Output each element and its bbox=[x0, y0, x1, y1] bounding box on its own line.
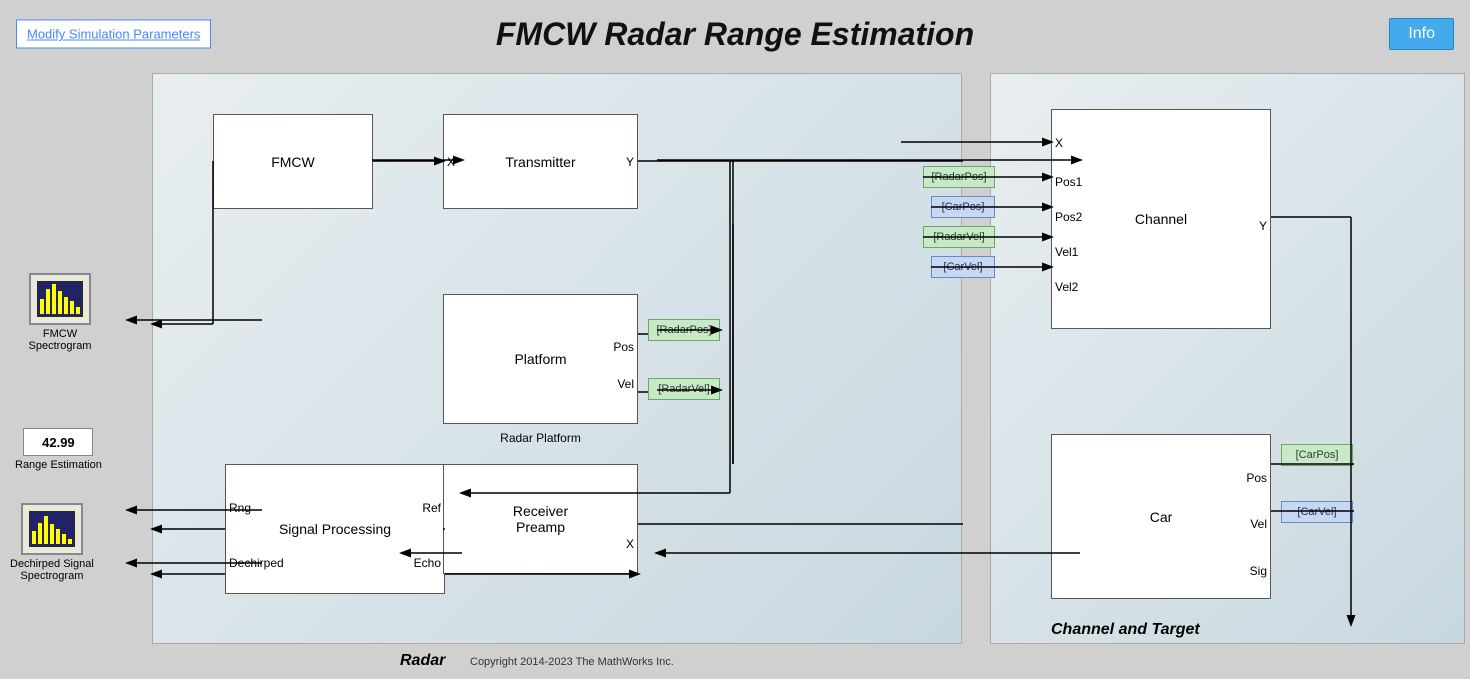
car-pos-port: Pos bbox=[1246, 471, 1267, 485]
platform-vel-port: Vel bbox=[617, 377, 634, 391]
canvas: FMCW Spectrogram 42.99 Range Estimation bbox=[0, 68, 1470, 679]
platform-block[interactable]: Platform Pos Vel Radar Platform bbox=[443, 294, 638, 424]
echo-port: Echo bbox=[414, 556, 441, 570]
channel-y-out: Y bbox=[1259, 219, 1267, 233]
radar-subsystem-label: Radar bbox=[400, 652, 445, 670]
fmcw-spectrogram-icon bbox=[29, 273, 91, 325]
range-estimation-label: Range Estimation bbox=[15, 459, 102, 471]
copyright: Copyright 2014-2023 The MathWorks Inc. bbox=[470, 656, 674, 668]
goto-radar-pos: [RadarPos] bbox=[923, 166, 995, 188]
dechirped-port: Dechirped bbox=[229, 556, 284, 570]
fmcw-spectrogram-label: FMCW Spectrogram bbox=[15, 328, 105, 352]
car-vel-port: Vel bbox=[1250, 517, 1267, 531]
channel-vel1: Vel1 bbox=[1055, 245, 1078, 259]
receiver-x-port: X bbox=[626, 537, 634, 551]
fmcw-block[interactable]: FMCW bbox=[213, 114, 373, 209]
rng-port: Rng bbox=[229, 501, 251, 515]
tx-in-port: X bbox=[447, 155, 455, 169]
channel-pos2: Pos2 bbox=[1055, 210, 1082, 224]
channel-pos1: Pos1 bbox=[1055, 175, 1082, 189]
platform-pos-port: Pos bbox=[613, 340, 634, 354]
from-radar-vel-tag: [RadarVel] bbox=[648, 378, 720, 400]
info-button[interactable]: Info bbox=[1389, 18, 1454, 50]
radar-platform-label: Radar Platform bbox=[500, 431, 581, 445]
channel-x-in: X bbox=[1055, 136, 1063, 150]
goto-radar-vel: [RadarVel] bbox=[923, 226, 995, 248]
radar-subsystem: FMCW Transmitter X Y Platform Pos Vel Ra… bbox=[152, 73, 962, 644]
car-block[interactable]: Car Pos Vel Sig bbox=[1051, 434, 1271, 599]
goto-car-pos: [CarPos] bbox=[931, 196, 995, 218]
tx-out-port: Y bbox=[626, 155, 634, 169]
from-car-pos: [CarPos] bbox=[1281, 444, 1353, 466]
dechirped-spectrogram-block[interactable]: Dechirped Signal Spectrogram bbox=[10, 503, 94, 582]
receiver-preamp-block[interactable]: Receiver Preamp X bbox=[443, 464, 638, 574]
transmitter-block[interactable]: Transmitter X Y bbox=[443, 114, 638, 209]
from-radar-pos-tag: [RadarPos] bbox=[648, 319, 720, 341]
channel-block[interactable]: Channel X Pos1 Pos2 Vel1 Vel2 Y bbox=[1051, 109, 1271, 329]
channel-target-subsystem: Channel X Pos1 Pos2 Vel1 Vel2 Y Car Pos … bbox=[990, 73, 1465, 644]
ref-port: Ref bbox=[422, 501, 441, 515]
car-sig-port: Sig bbox=[1250, 564, 1267, 578]
header: Modify Simulation Parameters FMCW Radar … bbox=[0, 0, 1470, 68]
dechirped-spectrogram-icon bbox=[21, 503, 83, 555]
range-estimation-block[interactable]: 42.99 Range Estimation bbox=[15, 428, 102, 471]
modify-simulation-button[interactable]: Modify Simulation Parameters bbox=[16, 20, 211, 49]
from-car-vel: [CarVel] bbox=[1281, 501, 1353, 523]
diagram: FMCW Spectrogram 42.99 Range Estimation bbox=[110, 73, 1465, 674]
dechirped-spectrogram-label: Dechirped Signal Spectrogram bbox=[10, 558, 94, 582]
page-title: FMCW Radar Range Estimation bbox=[496, 16, 974, 53]
range-value: 42.99 bbox=[23, 428, 93, 456]
goto-car-vel: [CarVel] bbox=[931, 256, 995, 278]
channel-vel2: Vel2 bbox=[1055, 280, 1078, 294]
channel-target-label: Channel and Target bbox=[1051, 621, 1200, 639]
fmcw-spectrogram-block[interactable]: FMCW Spectrogram bbox=[15, 273, 105, 352]
signal-processing-block[interactable]: Signal Processing Rng Ref Dechirped Echo bbox=[225, 464, 445, 594]
